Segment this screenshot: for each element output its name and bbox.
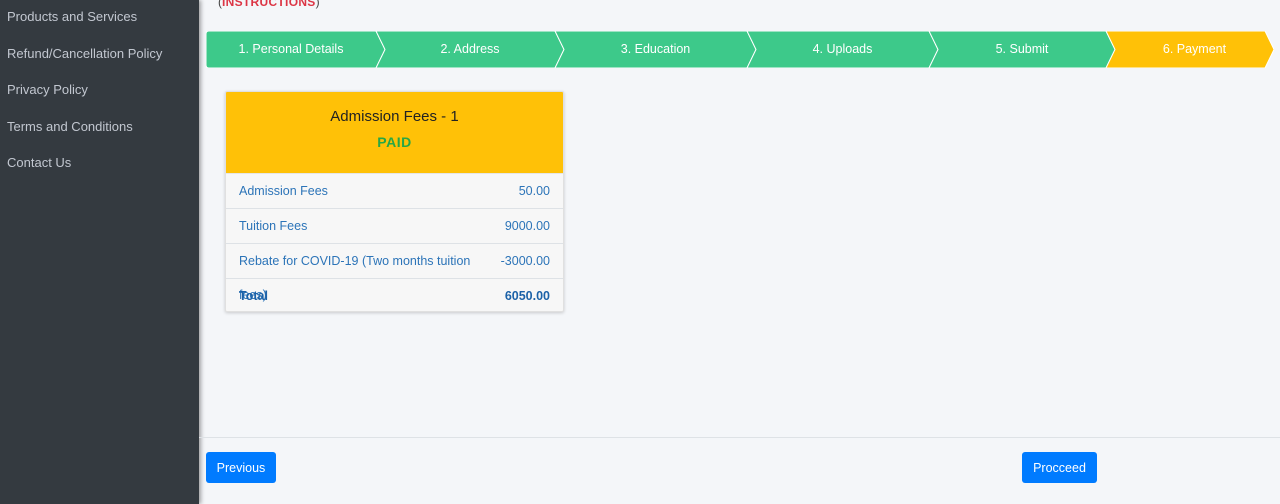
- fee-card-header: Admission Fees - 1 PAID: [226, 92, 563, 173]
- instructions-link[interactable]: INSTRUCTIONS: [222, 0, 316, 9]
- sidebar-item-refund-policy[interactable]: Refund/Cancellation Policy: [0, 36, 199, 73]
- fee-row: Tuition Fees 9000.00: [226, 208, 563, 243]
- fee-row: Admission Fees 50.00: [226, 173, 563, 208]
- footer-divider: [199, 437, 1280, 438]
- fee-card: Admission Fees - 1 PAID Admission Fees 5…: [225, 91, 564, 312]
- instructions-close-paren: ): [315, 0, 320, 9]
- fee-label: Rebate for COVID-19 (Two months tuition …: [239, 254, 471, 302]
- sidebar-item-products-services[interactable]: Products and Services: [0, 0, 199, 36]
- sidebar-nav: Products and Services Refund/Cancellatio…: [0, 0, 199, 182]
- step-tab-1[interactable]: 1. Personal Details: [206, 31, 376, 68]
- instructions-note: (INSTRUCTIONS): [218, 0, 320, 9]
- sidebar-item-privacy-policy[interactable]: Privacy Policy: [0, 72, 199, 109]
- fee-label: Admission Fees: [239, 184, 328, 198]
- proceed-button[interactable]: Procceed: [1022, 452, 1097, 483]
- fee-amount: 50.00: [518, 184, 550, 198]
- sidebar-item-terms[interactable]: Terms and Conditions: [0, 109, 199, 146]
- step-tab-4[interactable]: 4. Uploads: [756, 31, 929, 68]
- payment-status-badge: PAID: [377, 134, 412, 150]
- step-tab-6[interactable]: 6. Payment: [1115, 31, 1274, 68]
- fee-total-amount: 6050.00: [504, 289, 550, 303]
- step-tab-3[interactable]: 3. Education: [564, 31, 747, 68]
- fee-amount: -3000.00: [500, 254, 550, 268]
- fee-card-title: Admission Fees - 1: [330, 108, 459, 125]
- fee-label: Tuition Fees: [239, 219, 308, 233]
- fee-amount: 9000.00: [504, 219, 550, 233]
- step-tab-5[interactable]: 5. Submit: [938, 31, 1106, 68]
- progress-stepper: 1. Personal Details 2. Address 3. Educatio…: [206, 31, 1274, 68]
- fee-row: Rebate for COVID-19 (Two months tuition …: [226, 243, 563, 302]
- step-tab-2[interactable]: 2. Address: [385, 31, 555, 68]
- sidebar: Products and Services Refund/Cancellatio…: [0, 0, 199, 504]
- fee-total-label: Total: [239, 289, 268, 303]
- sidebar-item-contact-us[interactable]: Contact Us: [0, 145, 199, 182]
- fee-total-row: Total 6050.00: [226, 278, 563, 311]
- previous-button[interactable]: Previous: [206, 452, 276, 483]
